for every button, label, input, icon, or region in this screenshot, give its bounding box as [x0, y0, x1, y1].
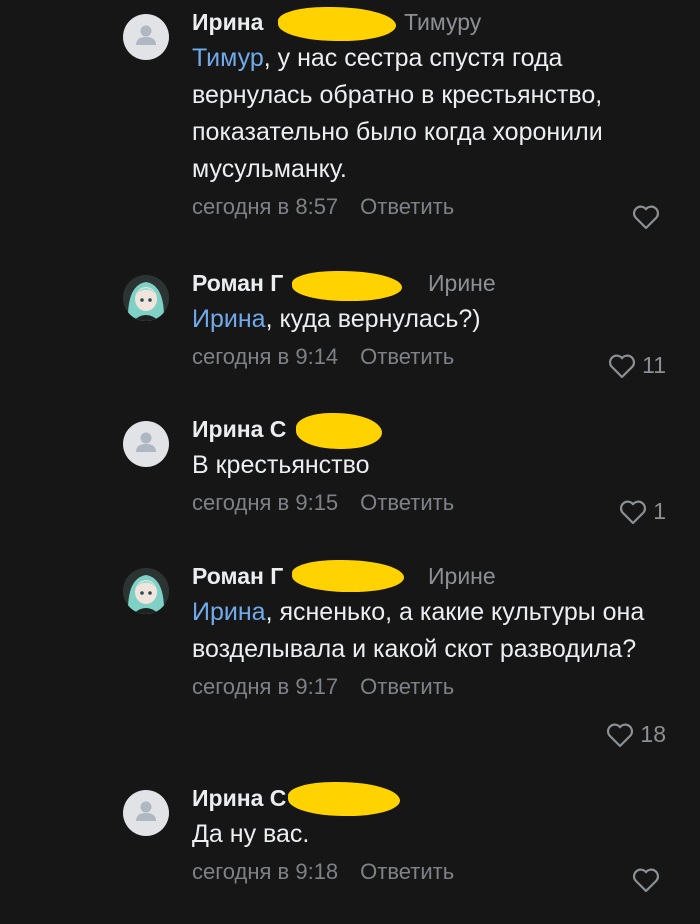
- comment-time: сегодня в 9:18: [192, 859, 339, 884]
- reply-to-label[interactable]: Ирине: [428, 265, 496, 301]
- heart-icon: [632, 868, 660, 893]
- like-count: 11: [642, 352, 666, 378]
- reply-button[interactable]: Ответить: [360, 674, 454, 699]
- comment-text: Ирина, ясненько, а какие культуры она во…: [192, 598, 645, 663]
- comment-author[interactable]: Ирина: [192, 9, 263, 35]
- redaction-mark: [278, 7, 396, 41]
- like-count: 1: [653, 498, 666, 524]
- redaction-mark: [292, 271, 402, 301]
- comment-meta: сегодня в 9:14 Ответить: [192, 340, 670, 374]
- user-avatar[interactable]: [123, 14, 169, 60]
- redaction-mark: [292, 560, 404, 592]
- reply-button[interactable]: Ответить: [360, 194, 454, 219]
- like-button[interactable]: 1: [619, 498, 666, 525]
- redaction-mark: [296, 413, 382, 449]
- comment-meta: сегодня в 9:18 Ответить: [192, 855, 670, 889]
- default-avatar-icon: [136, 25, 156, 45]
- comment-time: сегодня в 9:17: [192, 674, 339, 699]
- comment-author[interactable]: Роман Г: [192, 270, 283, 296]
- anime-avatar-icon: [123, 275, 169, 321]
- comment-author[interactable]: Роман Г: [192, 563, 283, 589]
- reply-button[interactable]: Ответить: [360, 490, 454, 515]
- mention-link[interactable]: Тимур: [192, 44, 264, 72]
- comment-text: В крестьянство: [192, 451, 370, 479]
- like-count: 18: [640, 721, 666, 747]
- comment-text: Тимур, у нас сестра спустя года вернулас…: [192, 44, 603, 183]
- heart-icon: [609, 354, 636, 378]
- comment-time: сегодня в 9:15: [192, 490, 339, 515]
- reply-button[interactable]: Ответить: [360, 859, 454, 884]
- default-avatar-icon: [136, 801, 156, 821]
- comment-text: Да ну вас.: [192, 820, 310, 848]
- mention-link[interactable]: Ирина: [192, 598, 266, 626]
- comment-author[interactable]: Ирина С: [192, 785, 286, 811]
- comment-meta: сегодня в 8:57 Ответить: [192, 190, 670, 224]
- comment-author[interactable]: Ирина С: [192, 416, 286, 442]
- comment-time: сегодня в 8:57: [192, 194, 339, 219]
- default-avatar-icon: [136, 432, 156, 452]
- comment-time: сегодня в 9:14: [192, 344, 339, 369]
- anime-avatar-icon: [123, 568, 169, 614]
- user-avatar[interactable]: [123, 275, 169, 321]
- user-avatar[interactable]: [123, 568, 169, 614]
- reply-to-label[interactable]: Тимуру: [404, 4, 481, 40]
- comment-meta: сегодня в 9:15 Ответить: [192, 486, 670, 520]
- like-button[interactable]: 18: [606, 721, 666, 748]
- like-button[interactable]: [632, 867, 666, 893]
- redaction-mark: [288, 782, 400, 816]
- reply-button[interactable]: Ответить: [360, 344, 454, 369]
- like-button[interactable]: 11: [608, 352, 666, 379]
- heart-icon: [620, 500, 647, 524]
- heart-icon: [607, 723, 634, 747]
- mention-link[interactable]: Ирина: [192, 305, 266, 333]
- user-avatar[interactable]: [123, 790, 169, 836]
- comment-text: Ирина, куда вернулась?): [192, 305, 481, 333]
- reply-to-label[interactable]: Ирине: [428, 558, 496, 594]
- heart-icon: [632, 205, 660, 230]
- user-avatar[interactable]: [123, 421, 169, 467]
- like-button[interactable]: [632, 204, 666, 230]
- comment-meta: сегодня в 9:17 Ответить: [192, 670, 670, 704]
